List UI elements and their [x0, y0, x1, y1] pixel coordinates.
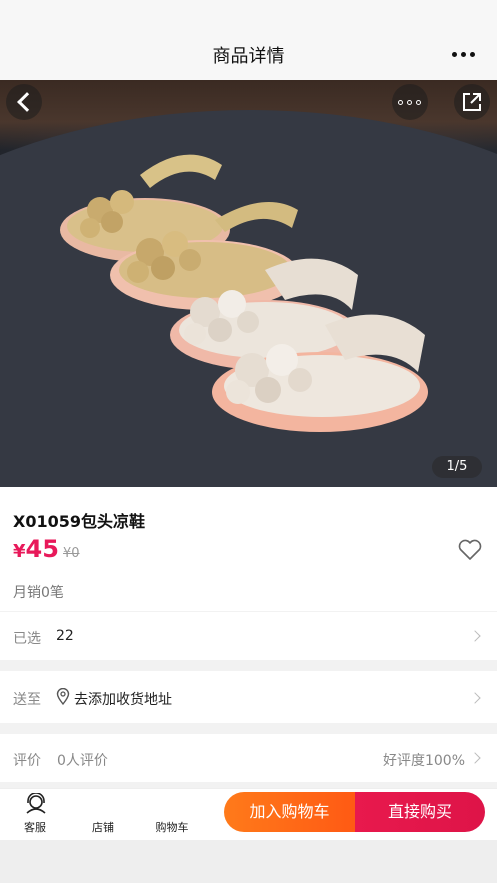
product-photo-sandals: [0, 110, 497, 487]
selected-spec-row[interactable]: 已选 22: [0, 612, 497, 660]
currency-symbol: ¥: [13, 541, 26, 562]
location-pin-icon: [56, 688, 70, 705]
tab-customer-service-label: 客服: [24, 821, 46, 834]
selected-value: 22: [56, 628, 74, 644]
product-title: X01059包头凉鞋: [13, 512, 146, 531]
share-icon: [463, 93, 481, 111]
chevron-right-icon: [469, 630, 481, 642]
bottom-safe-area: [0, 840, 497, 883]
gallery-more-button[interactable]: [392, 84, 428, 120]
shipping-address-value: 去添加收货地址: [74, 692, 172, 708]
add-to-cart-button[interactable]: 加入购物车: [224, 792, 355, 832]
bottom-action-bar: 客服 店铺 购物车 加入购物车 直接购买: [0, 788, 497, 840]
reviews-count: 0人评价: [57, 753, 108, 769]
chevron-right-icon: [469, 752, 481, 764]
customer-service-icon: [26, 793, 46, 814]
chevron-right-icon: [469, 692, 481, 704]
more-menu-icon[interactable]: [452, 52, 475, 57]
positive-rating: 好评度100%: [382, 753, 465, 769]
tab-cart[interactable]: 购物车: [142, 789, 202, 841]
product-price: ¥45: [13, 535, 59, 563]
reviews-row[interactable]: 评价 0人评价 好评度100%: [0, 734, 497, 782]
product-image-gallery[interactable]: 1/5: [0, 80, 497, 487]
back-button[interactable]: [6, 84, 42, 120]
monthly-sales: 月销0笔: [13, 585, 64, 601]
reviews-label: 评价: [13, 753, 41, 769]
shipping-address-row[interactable]: 送至 去添加收货地址: [0, 671, 497, 723]
share-button[interactable]: [454, 84, 490, 120]
selected-label: 已选: [13, 631, 41, 647]
tab-customer-service[interactable]: 客服: [5, 789, 65, 841]
tab-store[interactable]: 店铺: [73, 789, 133, 841]
tab-cart-label: 购物车: [155, 821, 189, 834]
top-nav-bar: 商品详情: [0, 0, 497, 80]
product-info-card: X01059包头凉鞋 ¥45 ¥0 月销0笔: [0, 487, 497, 611]
image-page-counter: 1/5: [432, 456, 482, 478]
page-title: 商品详情: [212, 46, 285, 67]
price-value: 45: [25, 535, 59, 563]
buy-now-button[interactable]: 直接购买: [355, 792, 485, 832]
shipping-label: 送至: [13, 692, 41, 708]
original-price: ¥0: [63, 546, 80, 561]
heart-icon[interactable]: [457, 539, 483, 561]
tab-store-label: 店铺: [92, 821, 114, 834]
